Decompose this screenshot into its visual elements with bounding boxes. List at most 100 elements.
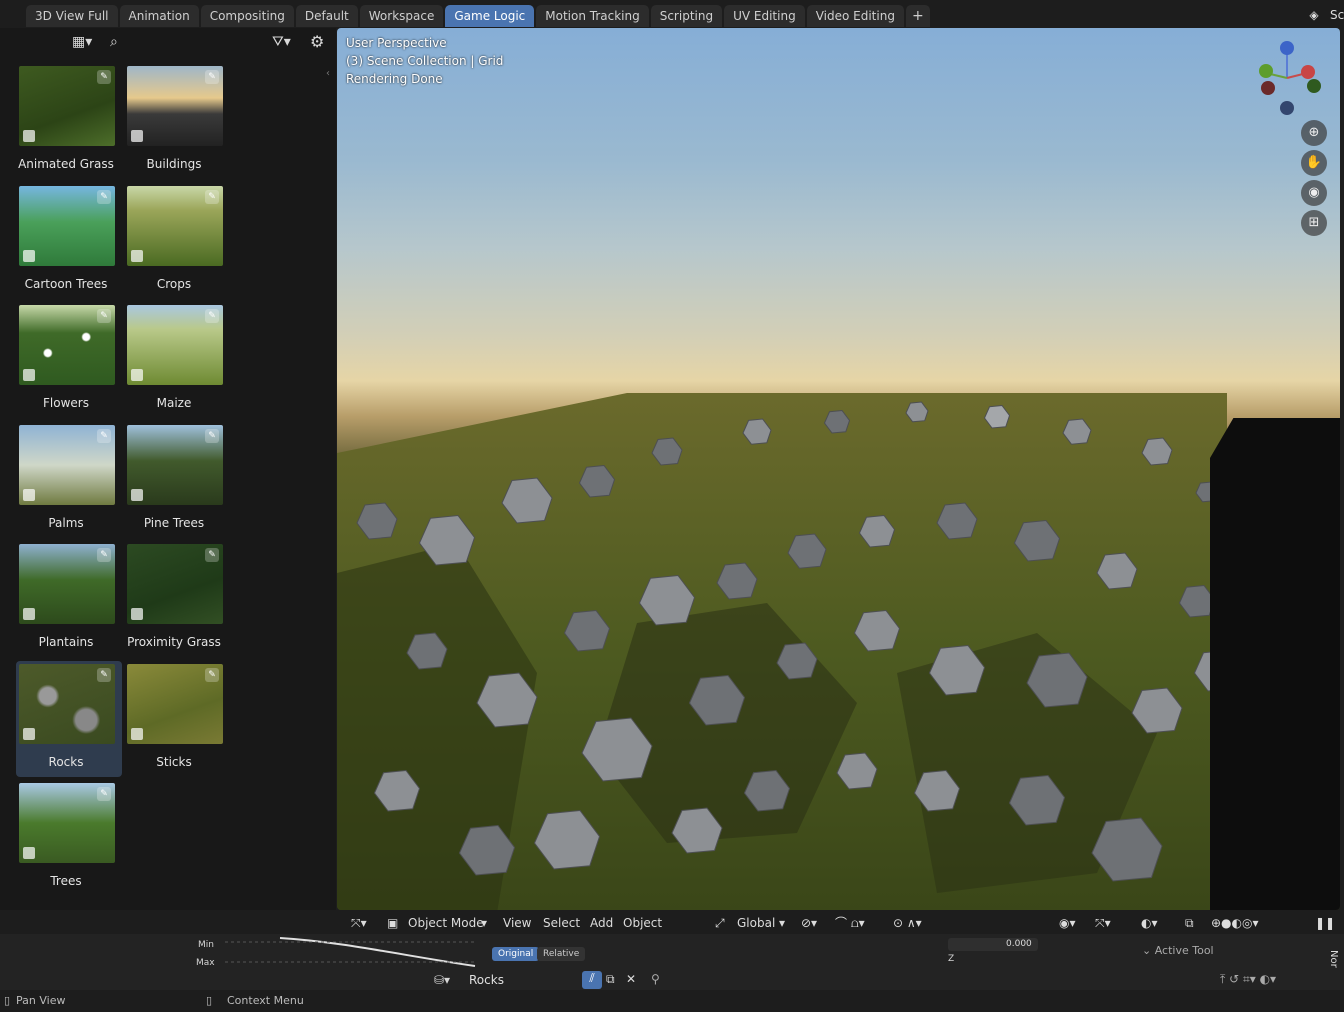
workspace-tab-video-editing[interactable]: Video Editing	[806, 5, 904, 27]
pause-icon[interactable]: ❚❚	[1315, 914, 1335, 932]
asset-browser-header: ▦▾ ⌕ ⛛▾ ⚙	[0, 28, 336, 56]
edit-icon[interactable]: ✎	[97, 309, 111, 323]
asset-label: Animated Grass	[18, 157, 114, 171]
scene-selector-icon[interactable]: ◈	[1302, 4, 1326, 26]
visibility-icon[interactable]: ◉▾	[1059, 914, 1076, 932]
asset-sticks[interactable]: ✎ Sticks	[124, 661, 230, 777]
asset-proximity-grass[interactable]: ✎ Proximity Grass	[124, 541, 230, 657]
bottom-editors: Min Max Original Relative Y 0.000 Z ⌄ Ac…	[0, 934, 1344, 990]
workspace-tab-game-logic[interactable]: Game Logic	[445, 5, 535, 27]
asset-animated-grass[interactable]: ✎ Animated Grass	[16, 63, 122, 179]
shading-modes-icon[interactable]: ⊕●◐◎▾	[1211, 914, 1259, 932]
asset-crops[interactable]: ✎ Crops	[124, 183, 230, 299]
fake-user-icon[interactable]: ⫽	[582, 971, 602, 989]
pivot-icon[interactable]: ⊘▾	[801, 914, 817, 932]
edit-icon[interactable]: ✎	[97, 787, 111, 801]
edit-icon[interactable]: ✎	[97, 189, 111, 204]
overlay-icon[interactable]: ◐▾	[1141, 914, 1158, 932]
grass-thumbnail: ✎	[19, 66, 115, 146]
original-toggle[interactable]: Original	[492, 947, 540, 961]
curve-graph[interactable]	[225, 934, 485, 970]
collapse-arrow-icon[interactable]: ‹	[326, 68, 330, 79]
menu-object[interactable]: Object	[623, 914, 662, 932]
edit-icon[interactable]: ✎	[205, 309, 219, 323]
asset-plantains[interactable]: ✎ Plantains	[16, 541, 122, 657]
asset-rocks[interactable]: ✎ Rocks	[16, 660, 122, 777]
tool-icons[interactable]: ⤒ ↺ ⌗▾ ◐▾	[1220, 972, 1276, 987]
search-icon[interactable]: ⌕	[110, 31, 118, 53]
asset-buildings[interactable]: ✎ Buildings	[124, 63, 230, 179]
menu-add[interactable]: Add	[590, 914, 613, 932]
render-status-label: Rendering Done	[346, 72, 443, 86]
edit-icon[interactable]: ✎	[205, 667, 219, 682]
duplicate-icon[interactable]: ⧉	[606, 972, 615, 987]
snap-icon[interactable]: ⌒ ⩍▾	[835, 914, 865, 932]
object-name-field[interactable]: Rocks	[469, 973, 504, 987]
edit-icon[interactable]: ✎	[205, 428, 219, 443]
zoom-icon[interactable]: ⊕	[1301, 120, 1327, 146]
trees-thumbnail: ✎	[19, 783, 115, 863]
workspace-bar: 3D View Full Animation Compositing Default W…	[0, 0, 1344, 30]
proportional-edit-icon[interactable]: ⊙ ∧▾	[893, 914, 922, 932]
workspace-tab-animation[interactable]: Animation	[119, 5, 199, 27]
asset-maize[interactable]: ✎ Maize	[124, 302, 230, 418]
chevron-down-icon[interactable]: ▾	[779, 914, 785, 932]
settings-gear-icon[interactable]: ⚙	[310, 31, 324, 53]
workspace-tab-workspace[interactable]: Workspace	[359, 5, 444, 27]
asset-palms[interactable]: ✎ Palms	[16, 422, 122, 538]
filter-icon[interactable]: ⛛▾	[272, 31, 291, 53]
asset-label: Trees	[50, 874, 82, 888]
workspace-tab-default[interactable]: Default	[295, 5, 358, 27]
menu-select[interactable]: Select	[543, 914, 580, 932]
workspace-tab-compositing[interactable]: Compositing	[200, 5, 294, 27]
asset-cartoon-trees[interactable]: ✎ Cartoon Trees	[16, 183, 122, 299]
xray-icon[interactable]: ⧉	[1185, 914, 1194, 932]
menu-view[interactable]: View	[503, 914, 531, 932]
relative-toggle[interactable]: Relative	[537, 947, 586, 961]
workspace-tab-uv-editing[interactable]: UV Editing	[724, 5, 805, 27]
mouse-right-icon: ▯	[206, 994, 213, 1007]
display-mode-icon[interactable]: ▦▾	[72, 31, 92, 53]
edit-icon[interactable]: ✎	[97, 428, 111, 443]
active-tool-panel[interactable]: ⌄ Active Tool	[1142, 944, 1214, 957]
3d-viewport[interactable]: User Perspective (3) Scene Collection | …	[337, 28, 1340, 910]
asset-label: Plantains	[38, 635, 94, 649]
pin-icon[interactable]: ⚲	[651, 972, 660, 986]
edit-icon[interactable]: ✎	[97, 548, 111, 562]
asset-type-icon	[23, 847, 35, 859]
perspective-label: User Perspective	[346, 36, 447, 50]
plantains-thumbnail: ✎	[19, 544, 115, 624]
orientation-dropdown[interactable]: Global	[737, 914, 775, 932]
scene-name[interactable]: Sc	[1330, 4, 1344, 26]
sticks-thumbnail: ✎	[127, 663, 223, 744]
buildings-thumbnail: ✎	[127, 66, 223, 146]
camera-icon[interactable]: ◉	[1301, 180, 1327, 206]
asset-pine-trees[interactable]: ✎ Pine Trees	[124, 422, 230, 538]
workspace-tab-3d-view-full[interactable]: 3D View Full	[26, 5, 118, 27]
asset-trees[interactable]: ✎ Trees	[16, 780, 122, 896]
edit-icon[interactable]: ✎	[205, 70, 219, 84]
y-value-field[interactable]: 0.000	[1006, 939, 1032, 949]
workspace-tab-scripting[interactable]: Scripting	[650, 5, 723, 27]
object-mode-dropdown[interactable]: Object Mode	[408, 914, 484, 932]
navigation-gizmo[interactable]	[1252, 38, 1322, 118]
data-type-icon[interactable]: ⛁▾	[434, 973, 450, 987]
workspace-tab-motion-tracking[interactable]: Motion Tracking	[536, 5, 649, 27]
asset-flowers[interactable]: ✎ Flowers	[16, 302, 122, 418]
asset-type-icon	[23, 369, 35, 381]
transform-mode-icon[interactable]: ⤧▾	[351, 914, 367, 932]
min-label: Min	[198, 940, 214, 950]
edit-icon[interactable]: ✎	[97, 667, 111, 682]
grid-view-icon[interactable]: ⊞	[1301, 210, 1327, 236]
chevron-down-icon[interactable]: ▾	[481, 914, 487, 932]
add-workspace-button[interactable]: +	[905, 5, 930, 27]
close-icon[interactable]: ✕	[626, 972, 636, 986]
pan-hand-icon[interactable]: ✋	[1301, 150, 1327, 176]
edit-icon[interactable]: ✎	[205, 189, 219, 204]
gizmo-toggle-icon[interactable]: ⤧▾	[1095, 914, 1111, 932]
context-menu-hint: Context Menu	[227, 994, 304, 1007]
edit-icon[interactable]: ✎	[205, 548, 219, 562]
asset-label: Sticks	[156, 754, 192, 769]
sidebar-tab[interactable]: Nor	[1328, 950, 1339, 968]
edit-icon[interactable]: ✎	[97, 70, 111, 84]
